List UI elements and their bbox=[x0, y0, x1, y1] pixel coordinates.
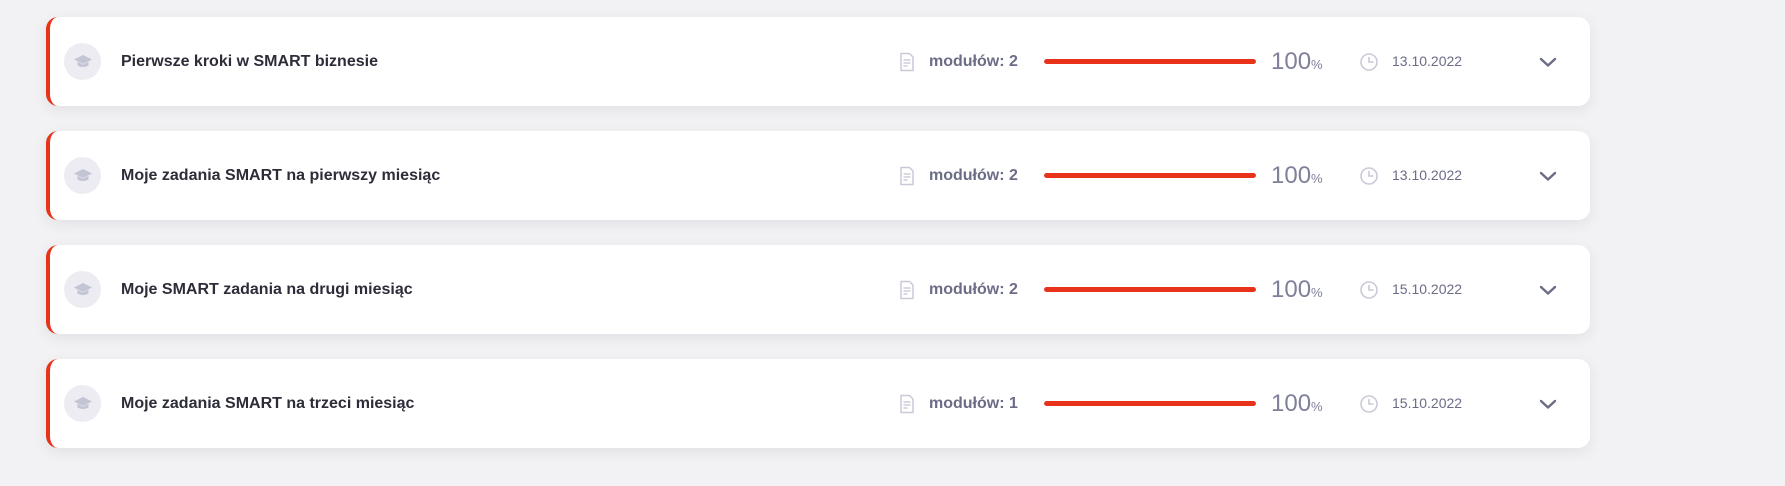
progress-value: 100 bbox=[1271, 162, 1312, 189]
course-card[interactable]: Moje SMART zadania na drugi miesiąc modu… bbox=[46, 245, 1590, 334]
progress-unit: % bbox=[1311, 57, 1323, 72]
progress-bar-fill bbox=[1044, 173, 1256, 178]
course-title: Moje SMART zadania na drugi miesiąc bbox=[121, 281, 413, 298]
progress-unit: % bbox=[1311, 285, 1323, 300]
progress-unit: % bbox=[1311, 399, 1323, 414]
document-edit-icon bbox=[900, 394, 914, 414]
course-card[interactable]: Moje zadania SMART na trzeci miesiąc mod… bbox=[46, 359, 1590, 448]
progress-value: 100 bbox=[1271, 276, 1312, 303]
clock-icon bbox=[1360, 53, 1378, 71]
expand-button[interactable] bbox=[1535, 49, 1561, 75]
course-avatar bbox=[64, 43, 101, 80]
graduation-cap-icon bbox=[73, 168, 92, 181]
document-edit-icon bbox=[900, 52, 914, 72]
progress-value: 100 bbox=[1271, 48, 1312, 75]
course-title: Pierwsze kroki w SMART biznesie bbox=[121, 53, 378, 70]
document-edit-icon bbox=[900, 280, 914, 300]
progress-bar-fill bbox=[1044, 287, 1256, 292]
course-date: 13.10.2022 bbox=[1392, 53, 1463, 69]
course-avatar bbox=[64, 385, 101, 422]
progress-bar bbox=[1044, 59, 1256, 64]
progress-bar-fill bbox=[1044, 59, 1256, 64]
course-avatar bbox=[64, 157, 101, 194]
course-card[interactable]: Moje zadania SMART na pierwszy miesiąc m… bbox=[46, 131, 1590, 220]
course-title: Moje zadania SMART na pierwszy miesiąc bbox=[121, 167, 441, 184]
course-date: 15.10.2022 bbox=[1392, 281, 1463, 297]
progress-percent: 100% bbox=[1271, 359, 1323, 448]
course-list: Pierwsze kroki w SMART biznesie modułów:… bbox=[46, 17, 1590, 448]
graduation-cap-icon bbox=[73, 54, 92, 67]
clock-icon bbox=[1360, 281, 1378, 299]
course-avatar bbox=[64, 271, 101, 308]
course-date: 13.10.2022 bbox=[1392, 167, 1463, 183]
graduation-cap-icon bbox=[73, 282, 92, 295]
expand-button[interactable] bbox=[1535, 391, 1561, 417]
progress-bar-fill bbox=[1044, 401, 1256, 406]
clock-icon bbox=[1360, 167, 1378, 185]
chevron-down-icon bbox=[1539, 57, 1557, 67]
clock-icon bbox=[1360, 395, 1378, 413]
progress-percent: 100% bbox=[1271, 131, 1323, 220]
expand-button[interactable] bbox=[1535, 163, 1561, 189]
progress-bar bbox=[1044, 401, 1256, 406]
progress-percent: 100% bbox=[1271, 245, 1323, 334]
chevron-down-icon bbox=[1539, 171, 1557, 181]
progress-percent: 100% bbox=[1271, 17, 1323, 106]
expand-button[interactable] bbox=[1535, 277, 1561, 303]
progress-unit: % bbox=[1311, 171, 1323, 186]
course-date: 15.10.2022 bbox=[1392, 395, 1463, 411]
graduation-cap-icon bbox=[73, 396, 92, 409]
chevron-down-icon bbox=[1539, 399, 1557, 409]
chevron-down-icon bbox=[1539, 285, 1557, 295]
progress-value: 100 bbox=[1271, 390, 1312, 417]
modules-count: modułów: 2 bbox=[929, 53, 1018, 70]
progress-bar bbox=[1044, 287, 1256, 292]
modules-count: modułów: 1 bbox=[929, 395, 1018, 412]
course-title: Moje zadania SMART na trzeci miesiąc bbox=[121, 395, 415, 412]
document-edit-icon bbox=[900, 166, 914, 186]
modules-count: modułów: 2 bbox=[929, 281, 1018, 298]
course-card[interactable]: Pierwsze kroki w SMART biznesie modułów:… bbox=[46, 17, 1590, 106]
modules-count: modułów: 2 bbox=[929, 167, 1018, 184]
progress-bar bbox=[1044, 173, 1256, 178]
